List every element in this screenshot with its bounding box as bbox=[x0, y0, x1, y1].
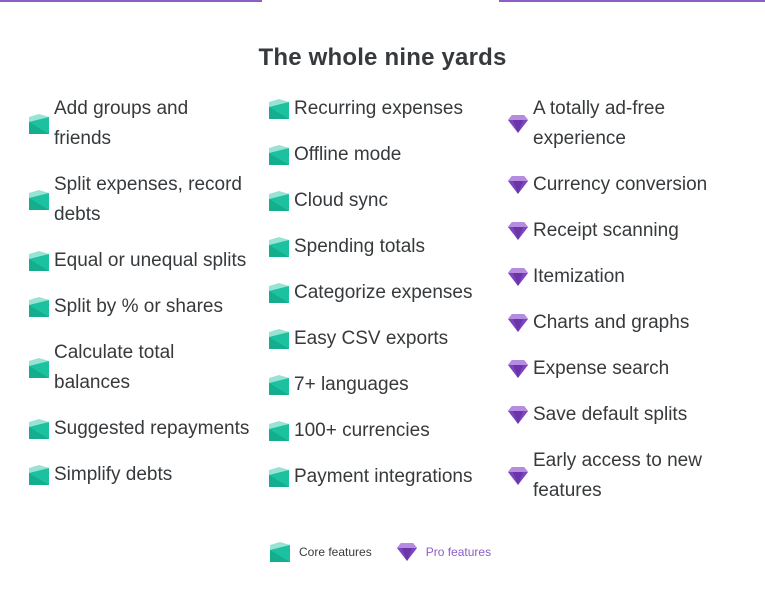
feature-item: Payment integrations bbox=[268, 462, 500, 492]
feature-item: 7+ languages bbox=[268, 370, 500, 400]
core-feature-icon bbox=[28, 189, 50, 211]
feature-item: Categorize expenses bbox=[268, 278, 500, 308]
feature-label: Easy CSV exports bbox=[294, 328, 449, 349]
feature-item: Receipt scanning bbox=[507, 216, 757, 246]
features-page: The whole nine yards Add groups and frie… bbox=[0, 0, 765, 613]
feature-item: Add groups and friends bbox=[28, 94, 260, 154]
core-feature-icon bbox=[268, 236, 290, 258]
feature-label: Save default splits bbox=[533, 404, 688, 425]
feature-item: Itemization bbox=[507, 262, 757, 292]
feature-label: Cloud sync bbox=[294, 190, 388, 211]
feature-label: Currency conversion bbox=[533, 174, 708, 195]
feature-item: Easy CSV exports bbox=[268, 324, 500, 354]
feature-label: Spending totals bbox=[294, 236, 425, 257]
pro-feature-gem-icon bbox=[507, 220, 529, 242]
pro-features-column: A totally ad-free experience Currency co… bbox=[507, 94, 757, 522]
core-feature-icon bbox=[28, 357, 50, 379]
core-feature-icon bbox=[268, 282, 290, 304]
feature-item: Spending totals bbox=[268, 232, 500, 262]
feature-label: Add groups and friends bbox=[54, 98, 189, 149]
feature-label: Payment integrations bbox=[294, 466, 473, 487]
feature-label: Suggested repayments bbox=[54, 418, 250, 439]
feature-item: Equal or unequal splits bbox=[28, 246, 260, 276]
feature-label: Receipt scanning bbox=[533, 220, 679, 241]
feature-item: Currency conversion bbox=[507, 170, 757, 200]
core-feature-icon bbox=[268, 98, 290, 120]
pro-feature-gem-icon bbox=[507, 312, 529, 334]
pro-feature-gem-icon bbox=[507, 174, 529, 196]
top-border-right bbox=[499, 0, 765, 2]
core-features-column-1: Add groups and friends Split expenses, r… bbox=[28, 94, 260, 506]
feature-label: Calculate total balances bbox=[54, 342, 175, 393]
feature-label: Split by % or shares bbox=[54, 296, 223, 317]
core-feature-icon bbox=[268, 190, 290, 212]
legend-pro-label: Pro features bbox=[425, 545, 492, 559]
feature-label: 100+ currencies bbox=[294, 420, 430, 441]
pro-feature-gem-icon bbox=[507, 404, 529, 426]
pro-feature-gem-icon bbox=[507, 266, 529, 288]
feature-label: Simplify debts bbox=[54, 464, 173, 485]
feature-label: 7+ languages bbox=[294, 374, 409, 395]
core-feature-icon bbox=[28, 418, 50, 440]
feature-label: Equal or unequal splits bbox=[54, 250, 247, 271]
core-feature-icon bbox=[28, 250, 50, 272]
feature-item: 100+ currencies bbox=[268, 416, 500, 446]
feature-item: Offline mode bbox=[268, 140, 500, 170]
feature-label: Charts and graphs bbox=[533, 312, 690, 333]
feature-item: Calculate total balances bbox=[28, 338, 260, 398]
feature-item: Save default splits bbox=[507, 400, 757, 430]
feature-label: Offline mode bbox=[294, 144, 402, 165]
pro-feature-gem-icon bbox=[507, 465, 529, 487]
feature-label: Early access to new features bbox=[533, 450, 702, 501]
core-feature-icon bbox=[28, 464, 50, 486]
pro-feature-gem-icon bbox=[507, 113, 529, 135]
core-feature-icon bbox=[268, 328, 290, 350]
feature-label: Split expenses, record debts bbox=[54, 174, 242, 225]
core-feature-icon bbox=[268, 374, 290, 396]
feature-label: A totally ad-free experience bbox=[533, 98, 666, 149]
feature-label: Itemization bbox=[533, 266, 625, 287]
feature-item: Simplify debts bbox=[28, 460, 260, 490]
pro-feature-gem-icon bbox=[507, 358, 529, 380]
legend: Core features Pro features bbox=[269, 541, 491, 563]
feature-item: Charts and graphs bbox=[507, 308, 757, 338]
core-feature-icon bbox=[28, 296, 50, 318]
core-features-column-2: Recurring expenses Offline mode Cloud sy… bbox=[268, 94, 500, 508]
feature-item: Suggested repayments bbox=[28, 414, 260, 444]
pro-feature-gem-icon bbox=[396, 541, 418, 563]
feature-item: Early access to new features bbox=[507, 446, 757, 506]
legend-core-label: Core features bbox=[299, 545, 372, 559]
feature-item: Split by % or shares bbox=[28, 292, 260, 322]
feature-item: Recurring expenses bbox=[268, 94, 500, 124]
feature-item: Expense search bbox=[507, 354, 757, 384]
core-feature-icon bbox=[268, 466, 290, 488]
core-feature-icon bbox=[28, 113, 50, 135]
feature-item: Cloud sync bbox=[268, 186, 500, 216]
top-border-left bbox=[0, 0, 262, 2]
core-feature-icon bbox=[269, 541, 291, 563]
feature-label: Recurring expenses bbox=[294, 98, 463, 119]
feature-label: Categorize expenses bbox=[294, 282, 473, 303]
feature-item: Split expenses, record debts bbox=[28, 170, 260, 230]
section-title: The whole nine yards bbox=[258, 44, 507, 71]
core-feature-icon bbox=[268, 144, 290, 166]
core-feature-icon bbox=[268, 420, 290, 442]
feature-label: Expense search bbox=[533, 358, 670, 379]
feature-item: A totally ad-free experience bbox=[507, 94, 757, 154]
